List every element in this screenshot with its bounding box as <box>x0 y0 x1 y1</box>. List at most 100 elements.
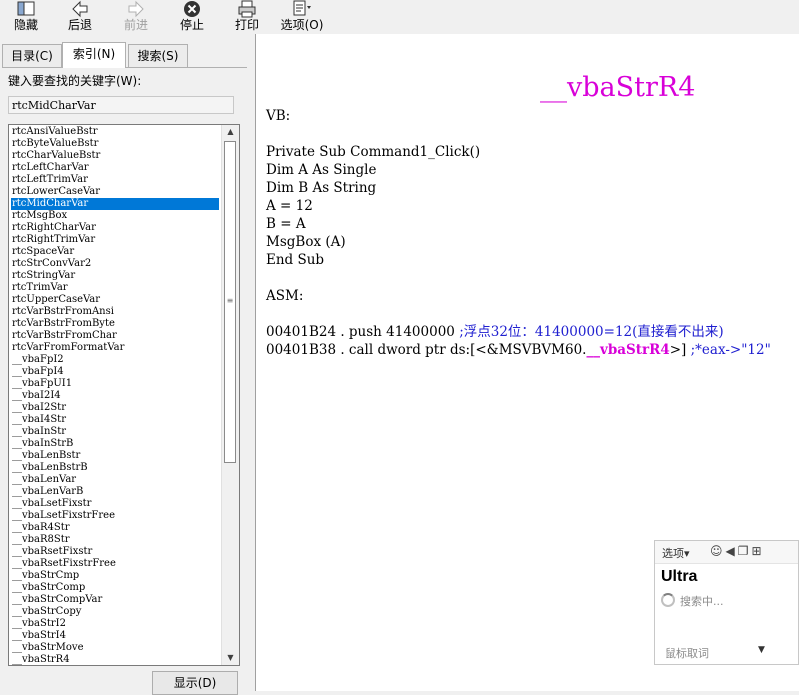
list-item[interactable]: rtcLowerCaseVar <box>11 186 219 198</box>
options-button[interactable]: 选项(O) <box>278 0 326 34</box>
index-list[interactable]: rtcAnsiValueBstr rtcByteValueBstr rtcCharV… <box>8 124 240 666</box>
scroll-up-icon[interactable]: ▲ <box>222 125 239 139</box>
display-button[interactable]: 显示(D) <box>152 671 238 695</box>
navigation-pane: 目录(C) 索引(N) 搜索(S) 键入要查找的关键字(W): rtcMidCh… <box>0 34 249 695</box>
list-item[interactable]: rtcMsgBox <box>11 210 219 222</box>
list-item[interactable]: __vbaI2I4 <box>11 390 219 402</box>
asm-comment: ;*eax->"12" <box>690 342 771 358</box>
scroll-down-icon[interactable]: ▼ <box>222 651 239 665</box>
asm-label: ASM: <box>266 288 304 304</box>
list-item[interactable]: rtcVarFromFormatVar <box>11 342 219 354</box>
list-item[interactable]: rtcStringVar <box>11 270 219 282</box>
list-item[interactable]: __vbaStrCompVar <box>11 594 219 606</box>
scroll-thumb[interactable]: ≡ <box>224 141 236 463</box>
toolbar: 隐藏 后退 前进 停止 打印 选项(O) <box>0 0 799 34</box>
spinner-icon <box>661 593 675 607</box>
tab-contents[interactable]: 目录(C) <box>2 44 62 67</box>
list-item[interactable]: rtcRightCharVar <box>11 222 219 234</box>
asm-code: 00401B24 . push 41400000 <box>266 324 460 340</box>
search-status-text: 搜索中... <box>680 595 724 608</box>
list-item[interactable]: __vbaStrComp <box>11 582 219 594</box>
list-item[interactable]: __vbaLenVar <box>11 474 219 486</box>
list-item[interactable]: rtcVarBstrFromChar <box>11 330 219 342</box>
index-list-items: rtcAnsiValueBstr rtcByteValueBstr rtcCharV… <box>11 126 219 665</box>
list-item[interactable]: __vbaLenBstr <box>11 450 219 462</box>
tab-search[interactable]: 搜索(S) <box>128 44 188 67</box>
copy-icon[interactable]: ❐ <box>738 544 752 558</box>
vb-code-line: Dim A As Single <box>266 162 377 178</box>
hide-button[interactable]: 隐藏 <box>8 0 44 34</box>
list-item[interactable]: __vbaInStrB <box>11 438 219 450</box>
asm-line: 00401B38 . call dword ptr ds:[<&MSVBVM60… <box>266 341 771 359</box>
list-item[interactable]: __vbaFpI4 <box>11 366 219 378</box>
list-item[interactable]: __vbaStrCmp <box>11 570 219 582</box>
vb-code-line: MsgBox (A) <box>266 234 346 250</box>
stop-button[interactable]: 停止 <box>174 0 210 34</box>
list-item[interactable]: rtcByteValueBstr <box>11 138 219 150</box>
popup-header: 选项▾ ☺◀❐⊞ <box>655 541 798 564</box>
list-item[interactable]: rtcLeftTrimVar <box>11 174 219 186</box>
list-item[interactable]: rtcLeftCharVar <box>11 162 219 174</box>
lookup-word: Ultra <box>661 568 698 585</box>
asm-comment: ;浮点32位：41400000=12(直接看不出来) <box>459 324 724 340</box>
pane-splitter[interactable] <box>249 34 256 691</box>
list-item[interactable]: __vbaStrI2 <box>11 618 219 630</box>
dictionary-popup: 选项▾ ☺◀❐⊞ Ultra 搜索中... 鼠标取词 ▼ <box>654 540 799 665</box>
list-item[interactable]: __vbaLenVarB <box>11 486 219 498</box>
list-item[interactable]: __vbaR8Str <box>11 534 219 546</box>
mouse-lookup-toggle[interactable]: 鼠标取词 <box>665 645 709 661</box>
list-item[interactable]: __vbaLsetFixstrFree <box>11 510 219 522</box>
list-item[interactable]: rtcSpaceVar <box>11 246 219 258</box>
printer-icon <box>229 0 265 18</box>
forward-button[interactable]: 前进 <box>118 0 154 34</box>
list-item[interactable]: rtcCharValueBstr <box>11 150 219 162</box>
popup-options-button[interactable]: 选项▾ <box>662 545 690 561</box>
popup-toolbar: ☺◀❐⊞ <box>710 544 765 558</box>
list-item[interactable]: rtcVarBstrFromByte <box>11 318 219 330</box>
tab-index[interactable]: 索引(N) <box>62 42 126 68</box>
search-status: 搜索中... <box>661 593 724 609</box>
list-item[interactable]: __vbaStrR4 <box>11 654 219 665</box>
topic-title: __vbaStrR4 <box>540 72 696 103</box>
list-item[interactable]: __vbaFpUI1 <box>11 378 219 390</box>
list-item[interactable]: __vbaStrMove <box>11 642 219 654</box>
back-button[interactable]: 后退 <box>62 0 98 34</box>
nav-tabs: 目录(C) 索引(N) 搜索(S) <box>2 42 247 68</box>
back-arrow-icon <box>62 0 98 18</box>
asm-line: 00401B24 . push 41400000 ;浮点32位：41400000… <box>266 323 724 341</box>
stop-icon <box>174 0 210 18</box>
person-icon[interactable]: ☺ <box>710 544 726 558</box>
chevron-down-icon[interactable]: ▼ <box>758 645 765 655</box>
speaker-icon[interactable]: ◀ <box>726 544 738 558</box>
list-item[interactable]: __vbaI4Str <box>11 414 219 426</box>
vb-code-line: Private Sub Command1_Click() <box>266 144 481 160</box>
list-item[interactable]: __vbaFpI2 <box>11 354 219 366</box>
list-item[interactable]: rtcVarBstrFromAnsi <box>11 306 219 318</box>
options-icon <box>278 0 326 18</box>
pin-icon[interactable]: ⊞ <box>752 544 765 558</box>
asm-function-name: __vbaStrR4 <box>586 342 670 358</box>
list-item[interactable]: __vbaStrI4 <box>11 630 219 642</box>
list-item[interactable]: __vbaInStr <box>11 426 219 438</box>
list-item[interactable]: __vbaLsetFixstr <box>11 498 219 510</box>
list-item[interactable]: __vbaR4Str <box>11 522 219 534</box>
hide-pane-icon <box>8 0 44 18</box>
asm-code: >] <box>669 342 691 358</box>
list-item[interactable]: rtcUpperCaseVar <box>11 294 219 306</box>
list-item[interactable]: __vbaI2Str <box>11 402 219 414</box>
list-item[interactable]: rtcRightTrimVar <box>11 234 219 246</box>
list-item[interactable]: rtcTrimVar <box>11 282 219 294</box>
list-item[interactable]: __vbaStrCopy <box>11 606 219 618</box>
list-item[interactable]: rtcMidCharVar <box>11 198 219 210</box>
list-scrollbar[interactable]: ▲ ≡ ▼ <box>221 125 239 665</box>
list-item[interactable]: rtcAnsiValueBstr <box>11 126 219 138</box>
asm-code: 00401B38 . call dword ptr ds:[<&MSVBVM60… <box>266 342 587 358</box>
grip-icon: ≡ <box>226 296 234 305</box>
list-item[interactable]: rtcStrConvVar2 <box>11 258 219 270</box>
list-item[interactable]: __vbaRsetFixstrFree <box>11 558 219 570</box>
vb-code-line: Dim B As String <box>266 180 377 196</box>
list-item[interactable]: __vbaRsetFixstr <box>11 546 219 558</box>
list-item[interactable]: __vbaLenBstrB <box>11 462 219 474</box>
keyword-input[interactable]: rtcMidCharVar <box>8 96 234 114</box>
print-button[interactable]: 打印 <box>229 0 265 34</box>
